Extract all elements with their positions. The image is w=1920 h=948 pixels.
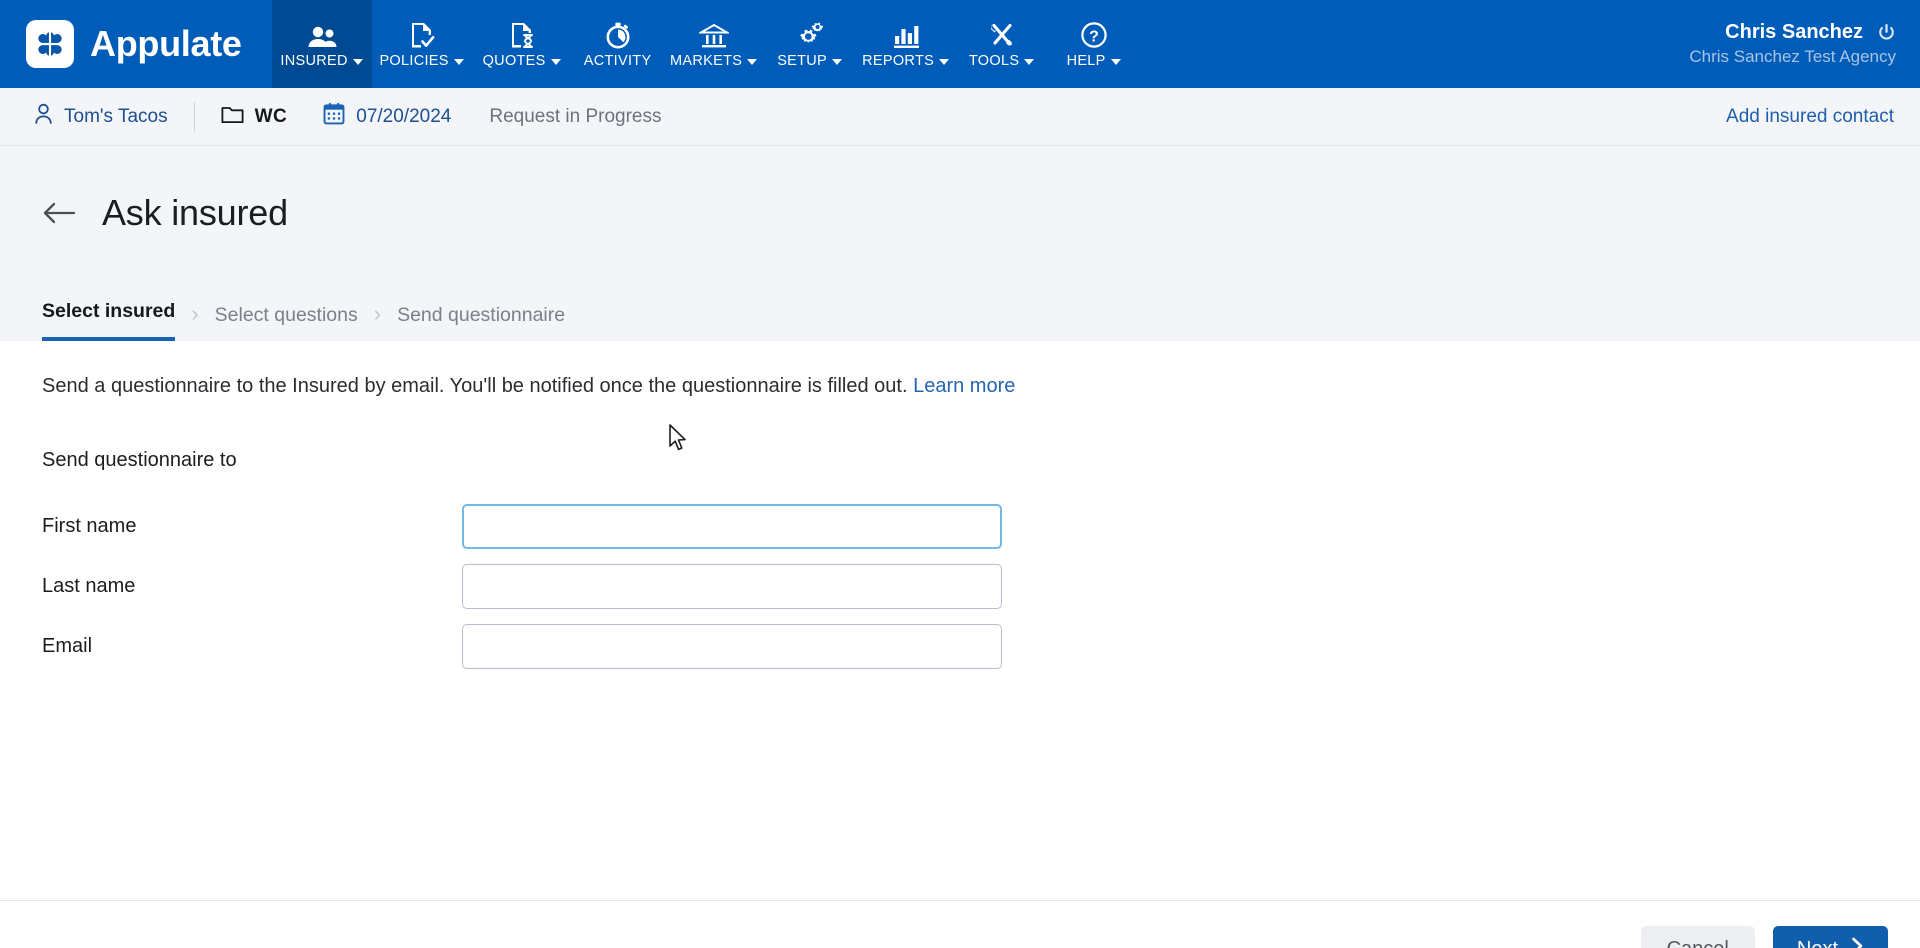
form-row-email: Email — [42, 616, 1878, 676]
cancel-button[interactable]: Cancel — [1640, 926, 1755, 948]
nav-item-markets-label: MARKETS — [670, 53, 758, 69]
nav-item-setup[interactable]: SETUP — [764, 0, 856, 88]
email-label: Email — [42, 634, 93, 657]
chevron-down-icon — [550, 59, 561, 65]
breadcrumb: Tom's Tacos WC 07/20/2024 Request in Pro… — [0, 88, 1920, 146]
nav-label-text: ACTIVITY — [583, 53, 652, 69]
form-footer: Cancel Next — [0, 900, 1920, 948]
last-name-input[interactable] — [462, 563, 1002, 609]
last-name-label: Last name — [42, 574, 136, 597]
clover-logo-icon — [26, 20, 74, 68]
top-navigation-bar: Appulate INSURED POLICIES QUOTES ACTIVIT… — [0, 0, 1920, 88]
brand-name: Appulate — [90, 23, 242, 64]
form-row-first-name: First name — [42, 496, 1878, 556]
chevron-down-icon — [453, 59, 464, 65]
page-description-text: Send a questionnaire to the Insured by e… — [42, 375, 908, 397]
bar-chart-icon — [892, 19, 920, 49]
chevron-down-icon — [939, 59, 950, 65]
tab-send-questionnaire[interactable]: Send questionnaire — [397, 304, 565, 341]
wrench-screwdriver-icon — [987, 19, 1017, 49]
nav-item-tools-label: TOOLS — [968, 53, 1035, 69]
form-section-label: Send questionnaire to — [42, 449, 237, 471]
send-questionnaire-form: First name Last name Email — [42, 496, 1878, 676]
page-header: Ask insured Select insured › Select ques… — [0, 146, 1920, 341]
nav-label-text: REPORTS — [862, 53, 935, 69]
nav-item-help-label: HELP — [1067, 53, 1121, 69]
breadcrumb-date[interactable]: 07/20/2024 — [323, 102, 451, 131]
nav-item-reports[interactable]: REPORTS — [856, 0, 956, 88]
document-hourglass-icon — [509, 19, 535, 49]
tab-select-insured[interactable]: Select insured — [42, 300, 176, 341]
add-insured-contact-link[interactable]: Add insured contact — [1726, 106, 1894, 128]
form-row-last-name: Last name — [42, 556, 1878, 616]
back-arrow-icon[interactable] — [42, 201, 76, 225]
step-tabs: Select insured › Select questions › Send… — [42, 300, 565, 341]
nav-item-setup-label: SETUP — [777, 53, 843, 69]
nav-item-tools[interactable]: TOOLS — [956, 0, 1048, 88]
chevron-right-icon — [1851, 937, 1864, 948]
chevron-down-icon — [832, 59, 843, 65]
main-content: Send a questionnaire to the Insured by e… — [0, 341, 1920, 948]
breadcrumb-lob-label: WC — [254, 105, 288, 127]
nav-item-quotes[interactable]: QUOTES — [472, 0, 572, 88]
user-account-area: Chris Sanchez Chris Sanchez Test Agency — [1689, 0, 1896, 88]
breadcrumb-divider — [193, 101, 195, 132]
nav-item-policies-label: POLICIES — [379, 53, 464, 69]
tab-select-questions[interactable]: Select questions — [215, 304, 358, 341]
page-title: Ask insured — [102, 192, 288, 233]
breadcrumb-insured[interactable]: Tom's Tacos — [34, 103, 168, 131]
nav-item-insured-label: INSURED — [280, 53, 363, 69]
next-button-label: Next — [1797, 938, 1838, 948]
user-name-row: Chris Sanchez — [1725, 21, 1896, 44]
nav-item-policies[interactable]: POLICIES — [372, 0, 472, 88]
user-name[interactable]: Chris Sanchez — [1725, 21, 1863, 44]
step-separator-icon: › — [191, 301, 199, 326]
page-description: Send a questionnaire to the Insured by e… — [42, 341, 1878, 398]
nav-label-text: HELP — [1066, 53, 1106, 69]
first-name-input[interactable] — [462, 503, 1002, 549]
breadcrumb-line-of-business[interactable]: WC — [221, 104, 288, 130]
next-button[interactable]: Next — [1772, 926, 1888, 948]
nav-item-help[interactable]: ? HELP — [1048, 0, 1140, 88]
page-title-row: Ask insured — [42, 146, 1878, 234]
stopwatch-icon — [604, 19, 632, 49]
brand-home-link[interactable]: Appulate — [0, 0, 272, 88]
email-input[interactable] — [462, 623, 1002, 669]
nav-item-insured[interactable]: INSURED — [271, 0, 372, 88]
power-icon[interactable] — [1877, 23, 1896, 42]
chevron-down-icon — [747, 59, 758, 65]
nav-item-reports-label: REPORTS — [862, 53, 950, 69]
status-badge: Request in Progress — [489, 105, 662, 127]
learn-more-link[interactable]: Learn more — [913, 375, 1015, 397]
chevron-down-icon — [1110, 59, 1121, 65]
nav-item-activity-label: ACTIVITY — [584, 53, 652, 69]
question-circle-icon: ? — [1080, 19, 1108, 49]
folder-icon — [221, 104, 244, 130]
chevron-down-icon — [1024, 59, 1035, 65]
nav-label-text: MARKETS — [670, 53, 743, 69]
people-icon — [307, 19, 337, 49]
nav-item-quotes-label: QUOTES — [483, 53, 561, 69]
gears-icon — [795, 19, 825, 49]
breadcrumb-date-label: 07/20/2024 — [356, 105, 452, 127]
main-nav: INSURED POLICIES QUOTES ACTIVITY MARKETS… — [271, 0, 1140, 88]
first-name-label: First name — [42, 514, 137, 537]
breadcrumb-insured-label: Tom's Tacos — [64, 105, 168, 127]
nav-label-text: INSURED — [280, 53, 348, 69]
document-check-icon — [409, 19, 435, 49]
bank-icon — [698, 19, 729, 49]
nav-item-activity[interactable]: ACTIVITY — [572, 0, 664, 88]
svg-text:?: ? — [1089, 28, 1099, 45]
step-separator-icon: › — [373, 301, 382, 326]
nav-label-text: POLICIES — [379, 53, 449, 69]
nav-label-text: SETUP — [777, 53, 828, 69]
person-icon — [34, 103, 53, 131]
calendar-icon — [323, 102, 345, 131]
user-agency: Chris Sanchez Test Agency — [1689, 47, 1896, 66]
chevron-down-icon — [352, 59, 363, 65]
nav-item-markets[interactable]: MARKETS — [664, 0, 764, 88]
nav-label-text: TOOLS — [968, 53, 1020, 69]
nav-label-text: QUOTES — [482, 53, 546, 69]
